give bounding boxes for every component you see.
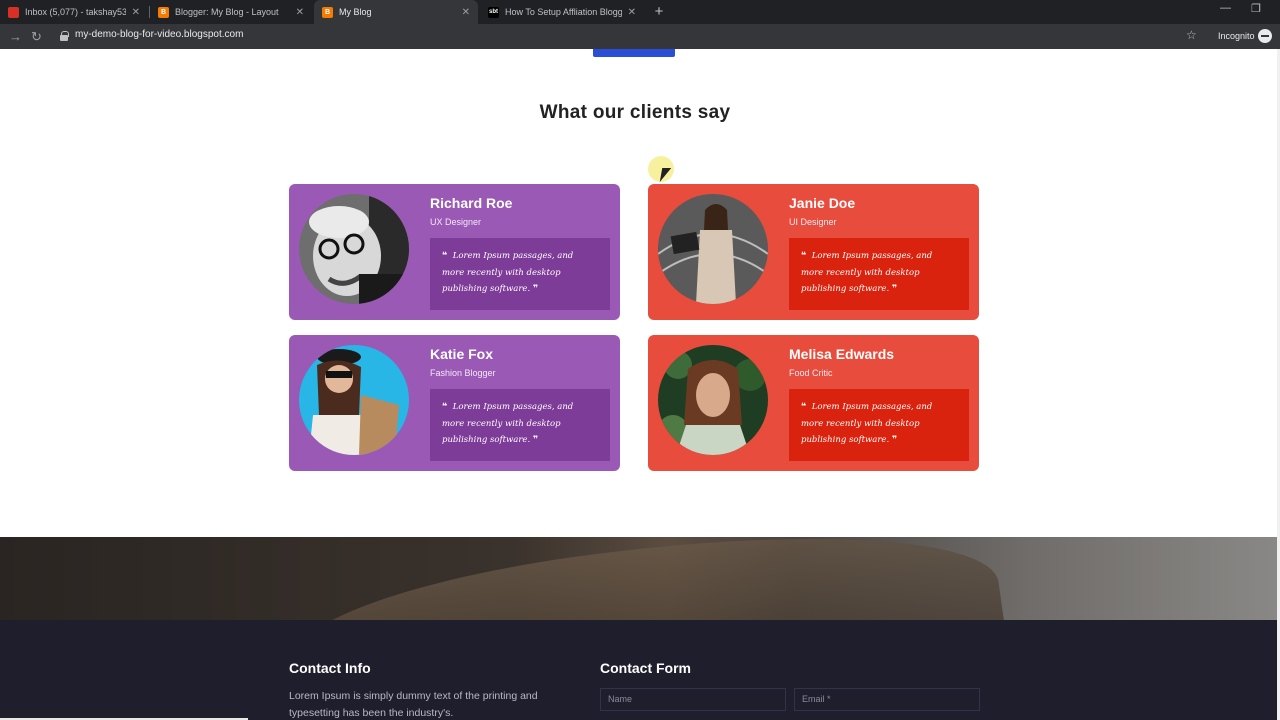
forward-icon[interactable]: → [9,28,22,45]
close-icon[interactable]: ✕ [132,7,140,18]
tab-title: Blogger: My Blog - Layout [175,7,279,17]
client-role: UX Designer [430,217,482,227]
tab-my-blog[interactable]: B My Blog ✕ [314,0,478,24]
close-quote-icon: ❞ [891,284,898,294]
section-title: What our clients say [539,102,731,123]
tab-title: How To Setup Affliation Blogger [505,7,622,17]
client-role: Fashion Blogger [430,368,496,378]
client-role: Food Critic [789,368,833,378]
browser-tab-bar: Inbox (5,077) - takshay53@gmail ✕ B Blog… [0,0,1280,24]
blogger-icon: B [322,6,333,18]
mouse-cursor-icon [659,168,672,182]
close-icon[interactable]: ✕ [296,7,304,18]
incognito-icon[interactable] [1258,29,1272,43]
client-quote: ❝ Lorem Ipsum passages, and more recentl… [789,238,969,310]
restore-icon[interactable]: ❐ [1251,2,1261,15]
quote-text: Lorem Ipsum passages, and more recently … [442,402,574,445]
testimonial-card: Richard Roe UX Designer ❝ Lorem Ipsum pa… [289,184,620,320]
open-quote-icon: ❝ [801,402,807,412]
new-tab-button[interactable]: + [650,3,668,21]
tab-inbox[interactable]: Inbox (5,077) - takshay53@gmail ✕ [0,0,148,24]
client-quote: ❝ Lorem Ipsum passages, and more recentl… [430,389,610,461]
contact-info-title: Contact Info [289,660,371,676]
testimonial-card: Melisa Edwards Food Critic ❝ Lorem Ipsum… [648,335,979,471]
address-bar[interactable]: my-demo-blog-for-video.blogspot.com [75,29,243,40]
lock-icon [60,31,69,41]
close-quote-icon: ❞ [532,435,539,445]
page-content: What our clients say Richard Roe UX Desi… [0,49,1280,720]
client-name: Katie Fox [430,346,494,362]
name-field[interactable]: Name [600,688,786,711]
avatar [299,345,409,455]
footer: Contact Info Lorem Ipsum is simply dummy… [0,620,1280,720]
open-quote-icon: ❝ [442,251,448,261]
browser-toolbar: → ↻ my-demo-blog-for-video.blogspot.com … [0,24,1280,49]
client-role: UI Designer [789,217,837,227]
close-icon[interactable]: ✕ [628,7,636,18]
tab-affiliation[interactable]: sbt How To Setup Affliation Blogger ✕ [480,0,644,24]
mountain-image [293,537,1007,620]
avatar [299,194,409,304]
open-quote-icon: ❝ [442,402,448,412]
close-quote-icon: ❞ [532,284,539,294]
sbt-icon: sbt [488,6,499,18]
reload-icon[interactable]: ↻ [31,28,42,45]
blogger-icon: B [158,6,169,18]
minimize-icon[interactable]: — [1220,2,1231,14]
quote-text: Lorem Ipsum passages, and more recently … [801,251,933,294]
client-quote: ❝ Lorem Ipsum passages, and more recentl… [789,389,969,461]
avatar [658,345,768,455]
avatar [658,194,768,304]
email-field[interactable]: Email * [794,688,980,711]
incognito-label: Incognito [1218,31,1255,41]
open-quote-icon: ❝ [801,251,807,261]
background-image-band [0,537,1280,620]
tab-title: My Blog [339,7,372,17]
quote-text: Lorem Ipsum passages, and more recently … [442,251,574,294]
contact-info-text: Lorem Ipsum is simply dummy text of the … [289,690,538,719]
quote-text: Lorem Ipsum passages, and more recently … [801,402,933,445]
tab-blogger-layout[interactable]: B Blogger: My Blog - Layout ✕ [150,0,312,24]
testimonial-card: Katie Fox Fashion Blogger ❝ Lorem Ipsum … [289,335,620,471]
client-name: Melisa Edwards [789,346,895,362]
contact-form-title: Contact Form [600,660,691,676]
gmail-icon [8,6,19,18]
tab-title: Inbox (5,077) - takshay53@gmail [25,7,126,17]
client-name: Richard Roe [430,195,513,211]
client-quote: ❝ Lorem Ipsum passages, and more recentl… [430,238,610,310]
show-more-button[interactable] [593,49,675,57]
close-quote-icon: ❞ [891,435,898,445]
testimonial-card: Janie Doe UI Designer ❝ Lorem Ipsum pass… [648,184,979,320]
client-name: Janie Doe [789,195,856,211]
bookmark-star-icon[interactable]: ☆ [1186,28,1197,42]
close-icon[interactable]: ✕ [462,7,470,18]
